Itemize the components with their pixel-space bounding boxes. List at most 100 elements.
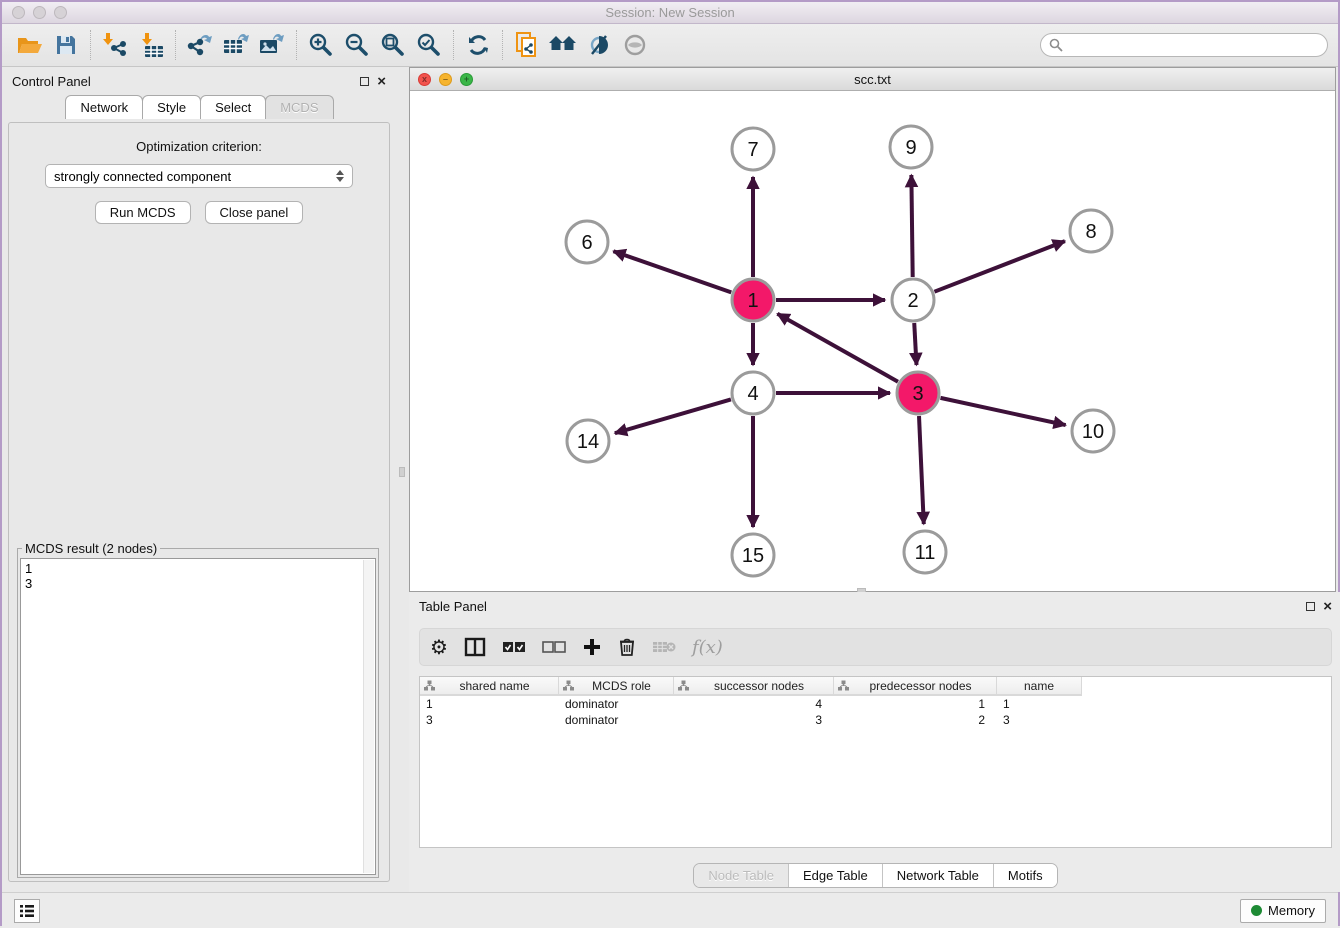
attribute-type-icon [424, 680, 435, 691]
zoom-fit-icon[interactable] [375, 28, 411, 62]
svg-text:6: 6 [581, 232, 592, 254]
table-cell[interactable]: 4 [674, 696, 834, 712]
close-panel-button[interactable]: Close panel [205, 201, 304, 224]
open-session-icon[interactable] [12, 28, 48, 62]
edge-2-9[interactable] [911, 175, 912, 277]
graph-node-14[interactable]: 14 [567, 420, 609, 462]
tab-style[interactable]: Style [142, 95, 201, 119]
column-header-predecessor-nodes[interactable]: predecessor nodes [834, 677, 997, 694]
clone-network-icon[interactable] [509, 28, 545, 62]
table-cell[interactable]: 3 [674, 712, 834, 728]
table-cell[interactable]: 1 [997, 696, 1082, 712]
svg-text:14: 14 [577, 431, 599, 453]
search-input[interactable] [1069, 38, 1319, 52]
import-table-icon[interactable] [133, 28, 169, 62]
table-cell[interactable]: dominator [559, 712, 674, 728]
result-scrollbar[interactable] [363, 560, 374, 873]
mcds-result-title: MCDS result (2 nodes) [22, 541, 160, 556]
float-panel-icon[interactable] [360, 77, 369, 86]
select-all-icon[interactable] [502, 640, 526, 654]
zoom-out-icon[interactable] [339, 28, 375, 62]
table-settings-icon[interactable]: ⚙ [430, 635, 448, 660]
zoom-in-icon[interactable] [303, 28, 339, 62]
graph-node-2[interactable]: 2 [892, 279, 934, 321]
network-view-window: scc.txt x – + 7 9 6 8 1 2 4 3 14 10 15 11 [409, 67, 1336, 592]
graph-node-11[interactable]: 11 [904, 531, 946, 573]
save-session-icon[interactable] [48, 28, 84, 62]
export-network-icon[interactable] [182, 28, 218, 62]
toolbar-separator [453, 30, 454, 60]
graph-node-4[interactable]: 4 [732, 372, 774, 414]
refresh-icon[interactable] [460, 28, 496, 62]
home-icon[interactable] [545, 28, 581, 62]
criterion-value: strongly connected component [54, 169, 231, 184]
tab-edge-table[interactable]: Edge Table [789, 864, 883, 887]
column-header-successor-nodes[interactable]: successor nodes [674, 677, 834, 694]
task-history-button[interactable] [14, 899, 40, 923]
column-header-shared-name[interactable]: shared name [420, 677, 559, 694]
vertical-splitter[interactable] [396, 67, 409, 890]
graph-node-8[interactable]: 8 [1070, 210, 1112, 252]
attribute-type-icon [678, 680, 689, 691]
edge-2-8[interactable] [934, 241, 1064, 292]
graph-node-7[interactable]: 7 [732, 128, 774, 170]
table-cell[interactable]: 2 [834, 712, 997, 728]
network-window-title: scc.txt [410, 72, 1335, 87]
graph-node-9[interactable]: 9 [890, 126, 932, 168]
table-cell[interactable]: 3 [420, 712, 559, 728]
run-mcds-button[interactable]: Run MCDS [95, 201, 191, 224]
tab-mcds[interactable]: MCDS [265, 95, 333, 119]
svg-text:7: 7 [747, 139, 758, 161]
table-panel-titlebar: Table Panel × [409, 592, 1340, 620]
splitter-grip[interactable] [399, 467, 405, 477]
tab-network[interactable]: Network [65, 95, 143, 119]
memory-button[interactable]: Memory [1240, 899, 1326, 923]
graph-node-1[interactable]: 1 [732, 279, 774, 321]
network-canvas[interactable]: 7 9 6 8 1 2 4 3 14 10 15 11 [410, 91, 1335, 591]
show-graphics-details-icon[interactable] [617, 28, 653, 62]
zoom-selected-icon[interactable] [411, 28, 447, 62]
import-network-icon[interactable] [97, 28, 133, 62]
edge-3-1[interactable] [777, 314, 898, 382]
delete-table-icon[interactable] [652, 639, 676, 655]
table-cell[interactable]: 3 [997, 712, 1082, 728]
edge-1-6[interactable] [613, 251, 731, 292]
edge-4-14[interactable] [615, 399, 731, 433]
graph-node-10[interactable]: 10 [1072, 410, 1114, 452]
criterion-select[interactable]: strongly connected component [45, 164, 353, 188]
close-panel-icon[interactable]: × [377, 74, 386, 89]
graph-node-6[interactable]: 6 [566, 221, 608, 263]
export-image-icon[interactable] [254, 28, 290, 62]
table-cell[interactable]: 1 [834, 696, 997, 712]
network-window-titlebar[interactable]: scc.txt x – + [410, 68, 1335, 91]
tab-network-table[interactable]: Network Table [883, 864, 994, 887]
float-table-panel-icon[interactable] [1306, 602, 1315, 611]
edge-3-11[interactable] [919, 416, 924, 524]
tab-node-table[interactable]: Node Table [694, 864, 789, 887]
edge-3-10[interactable] [940, 398, 1065, 425]
table-cell[interactable]: dominator [559, 696, 674, 712]
search-icon [1049, 38, 1063, 52]
deselect-all-icon[interactable] [542, 640, 566, 654]
column-visibility-icon[interactable] [464, 637, 486, 657]
mcds-result-text[interactable]: 1 3 [20, 558, 376, 875]
close-table-panel-icon[interactable]: × [1323, 599, 1332, 614]
column-header-name[interactable]: name [997, 677, 1082, 694]
table-cell[interactable]: 1 [420, 696, 559, 712]
column-header-MCDS-role[interactable]: MCDS role [559, 677, 674, 694]
table-tabs: Node TableEdge TableNetwork TableMotifs [409, 863, 1340, 888]
table-row[interactable]: 1dominator411 [420, 696, 1082, 712]
tab-select[interactable]: Select [200, 95, 266, 119]
search-box[interactable] [1040, 33, 1328, 57]
tab-motifs[interactable]: Motifs [994, 864, 1057, 887]
delete-column-icon[interactable] [618, 637, 636, 657]
export-table-icon[interactable] [218, 28, 254, 62]
graph-node-15[interactable]: 15 [732, 534, 774, 576]
hide-graphics-details-icon[interactable] [581, 28, 617, 62]
function-builder-icon[interactable]: f(x) [692, 637, 723, 658]
edge-2-3[interactable] [914, 323, 916, 365]
table-row[interactable]: 3dominator323 [420, 712, 1082, 728]
graph-node-3[interactable]: 3 [897, 372, 939, 414]
memory-label: Memory [1268, 903, 1315, 918]
add-column-icon[interactable] [582, 637, 602, 657]
